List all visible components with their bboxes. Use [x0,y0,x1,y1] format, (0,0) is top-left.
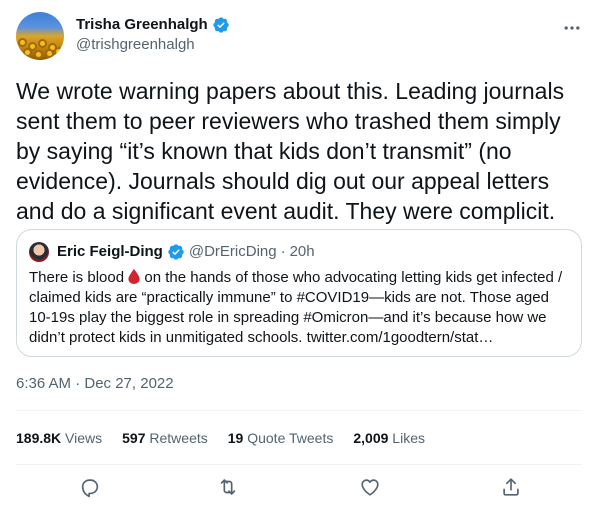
tweet-stats: 189.8K Views 597 Retweets 19 Quote Tweet… [16,428,445,448]
tweet-header: Trisha Greenhalgh @trishgreenhalgh [16,12,582,60]
retweets-stat[interactable]: 597 Retweets [122,428,208,448]
author-display-name[interactable]: Trisha Greenhalgh [76,15,208,35]
retweet-icon[interactable] [217,476,239,498]
views-label: Views [65,430,103,446]
more-icon[interactable] [562,18,582,38]
quoted-tweet-text: There is blood on the hands of those who… [29,268,569,348]
tweet-text: We wrote warning papers about this. Lead… [16,78,565,224]
quoted-tweet[interactable]: Eric Feigl-Ding @DrEricDing · 20h There … [16,229,582,357]
views-stat[interactable]: 189.8K Views [16,428,102,448]
quoted-text-part-1: There is blood [29,269,129,286]
quotes-count: 19 [227,430,244,446]
views-count: 189.8K [16,430,62,446]
author-handle[interactable]: @trishgreenhalgh [76,35,230,55]
quoted-tweet-age: 20h [289,243,315,260]
tweet-timestamp[interactable]: 6:36 AM · Dec 27, 2022 [16,374,174,394]
quoted-author-handle: @DrEricDing [188,243,277,260]
retweets-count: 597 [122,430,146,446]
verified-badge-icon [213,17,229,33]
quotes-stat[interactable]: 19 Quote Tweets [228,428,334,448]
retweets-label: Retweets [149,430,208,446]
share-icon[interactable] [500,476,522,498]
verified-badge-icon [168,244,184,260]
quoted-separator: · [280,243,286,260]
quoted-author-avatar [29,242,49,262]
author-avatar[interactable] [16,12,64,60]
like-icon[interactable] [359,476,381,498]
quoted-author-name: Eric Feigl-Ding [57,243,163,260]
likes-stat[interactable]: 2,009 Likes [353,428,425,448]
action-bar [16,474,582,502]
likes-count: 2,009 [353,430,389,446]
blood-drop-icon [128,269,140,284]
reply-icon[interactable] [79,476,101,498]
quotes-label: Quote Tweets [247,430,334,446]
likes-label: Likes [392,430,425,446]
divider [16,410,582,411]
divider [16,464,582,465]
